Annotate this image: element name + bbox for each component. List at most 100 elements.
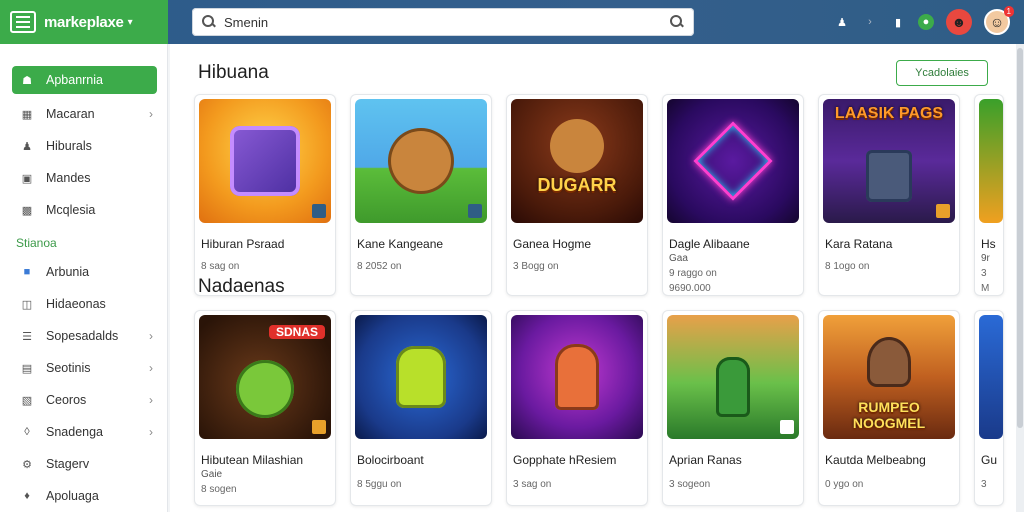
game-title: Kara Ratana <box>825 237 893 251</box>
game-thumbnail <box>199 99 331 223</box>
phone-icon[interactable]: ▮ <box>890 14 906 30</box>
frog-character-icon <box>236 360 294 419</box>
folder-icon: ▩ <box>21 204 33 217</box>
sidebar-item-label: Stagerv <box>46 457 90 471</box>
shield-icon: ◊ <box>24 426 30 438</box>
bear-character-icon <box>391 131 451 191</box>
game-title: Hiburan Psraad <box>201 237 285 251</box>
neon-diamond-icon <box>693 121 773 201</box>
game-row: Hiburan Psraad 8 sag on Kane Kangeane 8 … <box>194 94 1004 296</box>
game-meta: 8 sogen <box>201 484 237 495</box>
sidebar-item-sopesadalds[interactable]: ☰ Sopesadalds › <box>12 320 157 352</box>
scrollbar[interactable] <box>1016 44 1024 512</box>
game-card[interactable]: LAASIK PAGS Kara Ratana 8 1ogo on <box>818 94 960 296</box>
game-card[interactable]: Bolocirboant 8 5ggu on <box>350 310 492 506</box>
chevron-right-icon: › <box>149 107 153 121</box>
game-thumbnail <box>355 99 487 223</box>
sidebar-item-mandes[interactable]: ▣ Mandes <box>12 162 157 194</box>
sidebar-item-hidaeonas[interactable]: ◫ Hidaeonas <box>12 288 157 320</box>
game-card[interactable]: Dagle Alibaane Gaa 9 raggo on 9690.000 <box>662 94 804 296</box>
game-meta: 8 5ggu on <box>357 479 402 490</box>
sidebar-item-apoluaga[interactable]: ♦ Apoluaga <box>12 480 157 512</box>
search-input[interactable] <box>224 14 662 30</box>
elf-character-icon <box>716 356 750 417</box>
scrollbar-thumb[interactable] <box>1017 48 1023 428</box>
avatar[interactable]: ☺ 1 <box>984 6 1014 35</box>
home-icon: ☗ <box>22 74 32 87</box>
gear-icon: ⚙ <box>22 458 32 471</box>
game-card[interactable]: Hiburan Psraad 8 sag on <box>194 94 336 296</box>
game-thumbnail <box>979 315 1003 439</box>
contact-icon[interactable]: ♟ <box>834 14 850 30</box>
sidebar-item-label: Seotinis <box>46 361 91 375</box>
game-card[interactable]: RUMPEO NOOGMEL Kautda Melbeabng 0 ygo on <box>818 310 960 506</box>
top-bar: markeplaxe ▾ ♟ › ▮ ● ☻ ☺1 <box>0 0 1024 44</box>
game-thumbnail: LAASIK PAGS <box>823 99 955 223</box>
sidebar-item-label: Macaran <box>46 107 95 121</box>
game-card[interactable]: Gopphate hResiem 3 sag on <box>506 310 648 506</box>
game-meta: 8 1ogo on <box>825 261 870 272</box>
grid-icon: ▦ <box>21 108 33 121</box>
people-icon: ♟ <box>22 140 32 153</box>
menu-icon[interactable] <box>10 11 36 33</box>
book-icon: ▧ <box>21 394 33 407</box>
game-meta: 3 sogeon <box>669 479 711 490</box>
chevron-down-icon[interactable]: ▾ <box>128 17 133 28</box>
sidebar-item-macaran[interactable]: ▦ Macaran › <box>12 98 157 130</box>
game-logo-text: DUGARR <box>537 175 617 195</box>
game-meta: 8 sag on <box>201 261 240 272</box>
search-bar[interactable] <box>192 8 694 36</box>
game-card[interactable]: Aprian Ranas 3 sogeon <box>662 310 804 506</box>
game-thumbnail <box>355 315 487 439</box>
sidebar-item-apbanrnia[interactable]: ☗ Apbanrnia <box>12 66 157 94</box>
sidebar-item-label: Hiburals <box>46 139 92 153</box>
game-row: SDNAS Hibutean Milashian Gaie 8 sogen Bo… <box>194 310 1004 506</box>
game-thumbnail: RUMPEO NOOGMEL <box>823 315 955 439</box>
chevron-right-icon: › <box>149 425 153 439</box>
game-logo-text: SDNAS <box>269 325 325 339</box>
app-name: markeplaxe <box>44 13 124 31</box>
search-icon <box>202 15 216 29</box>
sidebar-item-label: Arbunia <box>46 265 90 279</box>
app-logo[interactable]: markeplaxe ▾ <box>0 0 168 44</box>
view-all-button[interactable]: Ycadolaies <box>896 60 988 86</box>
section-title: Hibuana <box>198 62 269 83</box>
sidebar-item-ceoros[interactable]: ▧ Ceoros › <box>12 384 157 416</box>
search-submit-icon[interactable] <box>670 15 684 29</box>
game-logo-text: RUMPEO NOOGMEL <box>852 399 926 431</box>
game-card[interactable]: SDNAS Hibutean Milashian Gaie 8 sogen <box>194 310 336 506</box>
game-card[interactable]: Gu 3 <box>974 310 1004 506</box>
sidebar-item-hiburals[interactable]: ♟ Hiburals <box>12 130 157 162</box>
sidebar-item-label: Ceoros <box>46 393 87 407</box>
game-title: Hibutean Milashian <box>201 453 304 467</box>
game-title: Kane Kangeane <box>357 237 444 251</box>
tag-icon: ♦ <box>24 490 30 502</box>
game-card[interactable]: DUGARR Ganea Hogme 3 Bogg on <box>506 94 648 296</box>
sidebar-item-label: Mcqlesia <box>46 203 96 217</box>
section-title: Nadaenas <box>198 276 285 297</box>
sidebar-item-seotinis[interactable]: ▤ Seotinis › <box>12 352 157 384</box>
sidebar-item-stagerv[interactable]: ⚙ Stagerv <box>12 448 157 480</box>
sidebar-section-heading: Stianoa <box>16 236 57 250</box>
sidebar-item-mcqlesia[interactable]: ▩ Mcqlesia <box>12 194 157 226</box>
game-title: Gu <box>981 453 998 467</box>
top-bar-actions: ♟ › ▮ ● ☻ ☺ 1 <box>834 0 1014 44</box>
game-card[interactable]: Kane Kangeane 8 2052 on <box>350 94 492 296</box>
sidebar-item-snadenga[interactable]: ◊ Snadenga › <box>12 416 157 448</box>
game-thumbnail <box>667 315 799 439</box>
sidebar-item-arbunia[interactable]: ■ Arbunia <box>12 256 157 288</box>
chevron-right-icon: › <box>149 329 153 343</box>
sidebar-item-label: Apbanrnia <box>46 73 103 87</box>
game-meta: 9 raggo on <box>669 268 717 279</box>
sidebar-item-label: Mandes <box>46 171 91 185</box>
badge-icon <box>312 420 326 434</box>
arrow-icon[interactable]: › <box>862 14 878 30</box>
dice-cube-icon <box>230 126 300 196</box>
game-subtitle: 9r <box>981 253 990 264</box>
badge-icon <box>468 204 482 218</box>
chat-icon[interactable]: ● <box>918 14 934 30</box>
game-card[interactable]: Hs 9r 3 M <box>974 94 1004 296</box>
mascot-icon[interactable]: ☻ <box>946 9 972 35</box>
sidebar-item-label: Hidaeonas <box>46 297 106 311</box>
game-meta: 3 <box>981 479 987 490</box>
